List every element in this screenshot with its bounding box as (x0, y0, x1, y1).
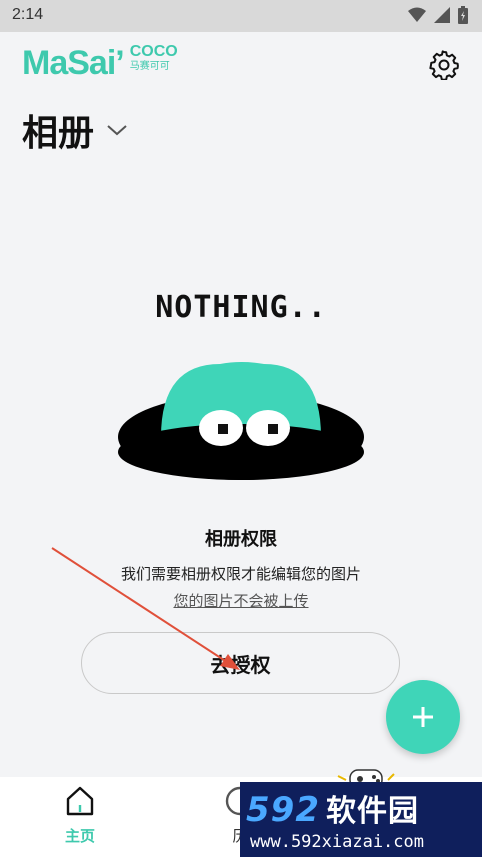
app-logo: MaSai’ COCO 马赛可可 (22, 44, 178, 84)
page-title: 相册 (22, 113, 95, 154)
logo-text: MaSai’ (22, 44, 125, 82)
settings-button[interactable] (429, 50, 459, 81)
authorize-button[interactable]: 去授权 (81, 632, 400, 694)
watermark-brand-cn: 软件园 (325, 794, 419, 829)
status-icons (408, 6, 468, 24)
signal-icon (434, 7, 450, 23)
battery-icon (458, 6, 468, 24)
watermark-brand: 592 软件园 (246, 786, 419, 830)
watermark-brand-num: 592 (246, 790, 320, 830)
add-fab-button[interactable] (386, 680, 460, 754)
chevron-down-icon (107, 125, 127, 136)
permission-description: 我们需要相册权限才能编辑您的图片 (120, 565, 361, 583)
logo-cn: 马赛可可 (129, 61, 170, 72)
gear-icon (429, 50, 459, 81)
album-selector[interactable]: 相册 (22, 104, 128, 156)
permission-note[interactable]: 您的图片不会被上传 (0, 590, 482, 611)
watermark-url: www.592xiazai.com (250, 832, 424, 852)
status-bar: 2:14 (0, 0, 482, 32)
status-time: 2:14 (12, 6, 44, 23)
empty-state-heading: NOTHING.. (155, 290, 327, 325)
logo-coco: COCO (129, 43, 178, 60)
nav-label-home: 主页 (64, 827, 95, 845)
empty-state-illustration (118, 362, 364, 480)
permission-title: 相册权限 (205, 529, 277, 550)
watermark-logo: 592 软件园 www.592xiazai.com (240, 782, 482, 857)
plus-icon (413, 707, 433, 727)
home-icon (66, 786, 94, 816)
wifi-icon (408, 7, 426, 22)
nav-item-home[interactable]: 主页 (40, 785, 120, 846)
logo-sub: COCO 马赛可可 (130, 44, 178, 72)
